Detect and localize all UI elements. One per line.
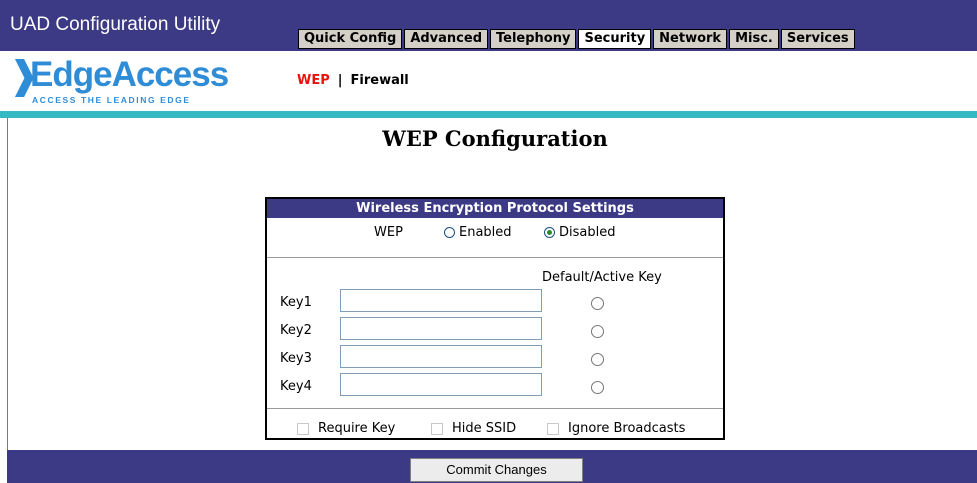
key4-label: Key4 <box>280 379 312 394</box>
wep-enabled-option[interactable]: Enabled <box>444 225 512 240</box>
ignore-broadcasts-checkbox[interactable] <box>547 422 559 435</box>
tab-telephony[interactable]: Telephony <box>490 29 577 49</box>
key-row: Key4 <box>267 373 723 397</box>
tab-services[interactable]: Services <box>780 29 855 49</box>
key1-input[interactable] <box>340 289 542 312</box>
key-row: Key1 <box>267 289 723 313</box>
require-key-checkbox[interactable] <box>297 422 309 435</box>
key3-input[interactable] <box>340 345 542 368</box>
commit-changes-button[interactable]: Commit Changes <box>410 458 583 482</box>
ignore-broadcasts-label: Ignore Broadcasts <box>568 421 686 436</box>
wep-disabled-option[interactable]: Disabled <box>544 225 615 240</box>
wep-disabled-label: Disabled <box>559 225 616 240</box>
page-title: WEP Configuration <box>382 126 608 151</box>
require-key-option[interactable]: Require Key <box>297 421 395 436</box>
key4-default-radio[interactable] <box>591 381 604 394</box>
app-title-bar: UAD Configuration Utility <box>0 0 288 51</box>
key2-default-radio[interactable] <box>591 325 604 338</box>
panel-divider-top <box>267 257 723 258</box>
tab-misc[interactable]: Misc. <box>729 29 779 49</box>
main-tabs: Quick Config Advanced Telephony Security… <box>298 29 857 49</box>
subnav-firewall-link[interactable]: Firewall <box>351 73 409 88</box>
header: UAD Configuration Utility Quick Config A… <box>0 0 977 111</box>
key2-label: Key2 <box>280 323 312 338</box>
edgeaccess-logo: ❱ EdgeAccess ACCESS THE LEADING EDGE <box>8 56 248 108</box>
hide-ssid-option[interactable]: Hide SSID <box>431 421 516 436</box>
key1-default-radio[interactable] <box>591 297 604 310</box>
wep-disabled-radio[interactable] <box>544 227 555 238</box>
logo-tagline: ACCESS THE LEADING EDGE <box>32 95 191 105</box>
tab-network[interactable]: Network <box>653 29 728 49</box>
wep-enabled-radio[interactable] <box>444 227 455 238</box>
wep-enabled-label: Enabled <box>459 225 512 240</box>
subnav-wep-link[interactable]: WEP <box>297 73 330 88</box>
key-row: Key2 <box>267 317 723 341</box>
app-title: UAD Configuration Utility <box>10 14 221 35</box>
key3-label: Key3 <box>280 351 312 366</box>
ignore-broadcasts-option[interactable]: Ignore Broadcasts <box>547 421 685 436</box>
subnav-separator: | <box>337 73 343 88</box>
panel-divider-bottom <box>267 408 723 409</box>
logo-name: EdgeAccess <box>30 55 229 94</box>
key2-input[interactable] <box>340 317 542 340</box>
wep-settings-panel: Wireless Encryption Protocol Settings WE… <box>265 197 725 440</box>
security-subnav: WEP | Firewall <box>297 73 409 88</box>
key3-default-radio[interactable] <box>591 353 604 366</box>
tab-advanced[interactable]: Advanced <box>404 29 489 49</box>
tab-quick-config[interactable]: Quick Config <box>298 29 403 49</box>
hide-ssid-label: Hide SSID <box>452 421 517 436</box>
default-active-key-label: Default/Active Key <box>542 270 662 285</box>
key-row: Key3 <box>267 345 723 369</box>
header-divider <box>0 111 977 118</box>
wep-label: WEP <box>374 225 403 240</box>
panel-header: Wireless Encryption Protocol Settings <box>267 199 723 218</box>
hide-ssid-checkbox[interactable] <box>431 422 443 435</box>
key1-label: Key1 <box>280 295 312 310</box>
require-key-label: Require Key <box>318 421 396 436</box>
tab-security[interactable]: Security <box>578 29 652 49</box>
key4-input[interactable] <box>340 373 542 396</box>
